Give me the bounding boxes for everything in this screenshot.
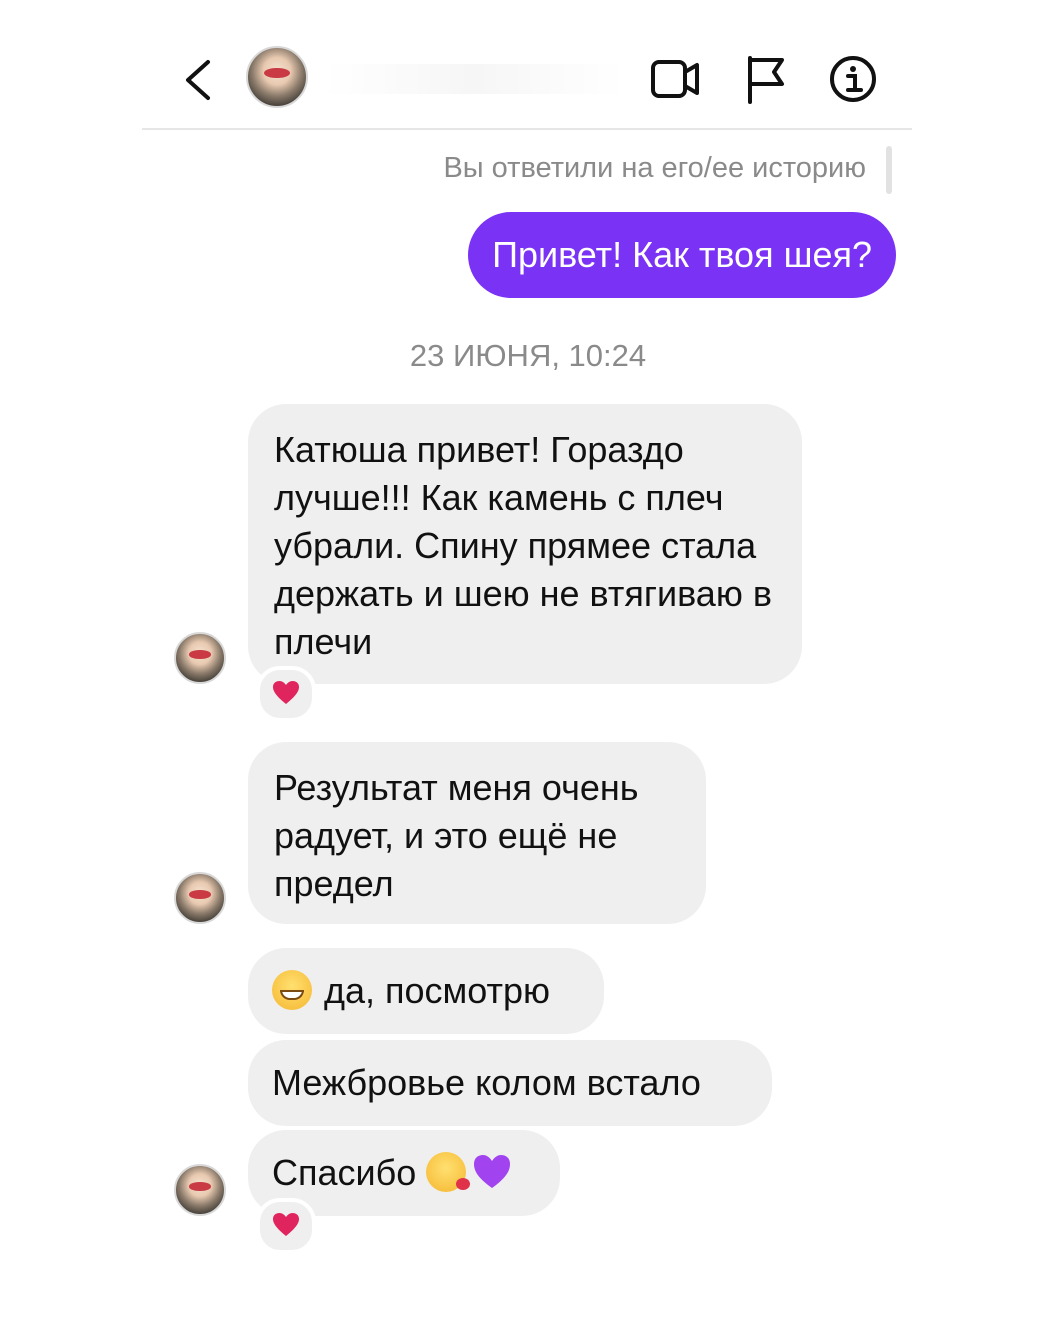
purple-heart-icon <box>474 1155 511 1189</box>
header-divider <box>142 128 912 130</box>
contact-name-redacted[interactable] <box>324 64 624 94</box>
red-heart-icon <box>273 1213 299 1236</box>
avatar <box>174 872 226 924</box>
story-reply-note: Вы ответили на его/ее историю <box>443 152 866 184</box>
reaction-badge[interactable] <box>256 1198 316 1254</box>
message-text: да, посмотрю <box>324 970 551 1011</box>
chevron-left-icon[interactable] <box>178 56 218 104</box>
report-flag-icon[interactable] <box>744 54 788 104</box>
video-call-icon[interactable] <box>650 56 700 102</box>
outgoing-message[interactable]: Привет! Как твоя шея? <box>468 212 896 298</box>
info-icon[interactable] <box>828 54 878 104</box>
face-blowing-kiss-icon <box>426 1152 471 1193</box>
avatar <box>174 632 226 684</box>
reaction-badge[interactable] <box>256 666 316 722</box>
avatar <box>174 1164 226 1216</box>
story-reply-indicator <box>886 146 892 194</box>
grinning-face-icon <box>272 970 312 1011</box>
incoming-message[interactable]: Результат меня очень радует, и это ещё н… <box>248 742 706 924</box>
red-heart-icon <box>273 681 299 704</box>
message-timestamp: 23 ИЮНЯ, 10:24 <box>409 338 647 373</box>
message-text: Спасибо <box>272 1152 417 1193</box>
incoming-message[interactable]: Межбровье колом встало <box>248 1040 772 1126</box>
incoming-message[interactable]: да, посмотрю <box>248 948 604 1034</box>
avatar[interactable] <box>246 46 308 108</box>
incoming-message[interactable]: Катюша привет! Гораздо лучше!!! Как каме… <box>248 404 802 684</box>
